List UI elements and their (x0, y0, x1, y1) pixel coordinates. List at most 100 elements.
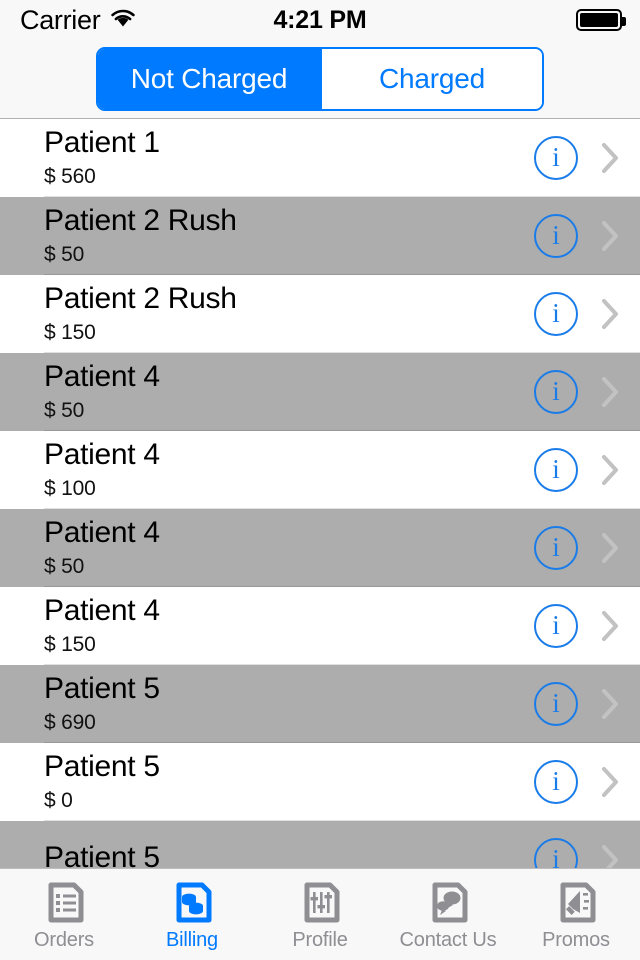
billing-list[interactable]: Patient 1 $ 560 i Patient 2 Rush $ 50 i (0, 119, 640, 868)
chevron-right-icon[interactable] (600, 219, 622, 253)
chevron-right-icon[interactable] (600, 687, 622, 721)
row-accessories: i (534, 370, 622, 414)
row-patient-name: Patient 2 Rush (44, 281, 237, 315)
info-circle-icon[interactable]: i (534, 448, 578, 492)
segment-not-charged[interactable]: Not Charged (98, 49, 320, 109)
row-accessories: i (534, 838, 622, 868)
info-circle-icon[interactable]: i (534, 292, 578, 336)
table-row[interactable]: Patient 1 $ 560 i (0, 119, 640, 197)
segmented-control-container: Not Charged Charged (0, 40, 640, 119)
info-letter: i (552, 220, 560, 250)
info-letter: i (552, 532, 560, 562)
table-row[interactable]: Patient 2 Rush $ 50 i (0, 197, 640, 275)
row-accessories: i (534, 214, 622, 258)
info-circle-icon[interactable]: i (534, 604, 578, 648)
info-circle-icon[interactable]: i (534, 136, 578, 180)
row-patient-name: Patient 4 (44, 359, 160, 393)
chevron-right-icon[interactable] (600, 843, 622, 868)
row-text-group: Patient 4 $ 150 (44, 594, 534, 659)
status-bar: Carrier 4:21 PM (0, 0, 640, 40)
chevron-right-icon[interactable] (600, 609, 622, 643)
row-text-group: Patient 2 Rush $ 50 (44, 204, 534, 269)
battery-cap (622, 17, 626, 26)
info-letter: i (552, 142, 560, 172)
info-letter: i (552, 766, 560, 796)
row-accessories: i (534, 760, 622, 804)
row-patient-name: Patient 1 (44, 125, 160, 159)
tab-label-orders: Orders (34, 928, 94, 951)
table-row[interactable]: Patient 5 $ 0 i (0, 743, 640, 821)
segmented-control[interactable]: Not Charged Charged (96, 47, 544, 111)
tab-profile[interactable]: Profile (256, 869, 384, 960)
table-row[interactable]: Patient 5 $ 690 i (0, 665, 640, 743)
info-circle-icon[interactable]: i (534, 760, 578, 804)
row-text-group: Patient 4 $ 50 (44, 516, 534, 581)
tab-promos[interactable]: Promos (512, 869, 640, 960)
row-patient-name: Patient 4 (44, 593, 160, 627)
segment-charged[interactable]: Charged (320, 49, 542, 109)
tab-billing[interactable]: Billing (128, 869, 256, 960)
row-text-group: Patient 2 Rush $ 150 (44, 282, 534, 347)
table-row[interactable]: Patient 4 $ 50 i (0, 353, 640, 431)
tab-label-billing: Billing (166, 928, 218, 951)
info-circle-icon[interactable]: i (534, 526, 578, 570)
tab-label-contact-us: Contact Us (399, 928, 497, 951)
chevron-right-icon[interactable] (600, 531, 622, 565)
row-text-group: Patient 5 $ 0 (44, 750, 534, 815)
row-accessories: i (534, 682, 622, 726)
info-letter: i (552, 688, 560, 718)
table-row[interactable]: Patient 4 $ 150 i (0, 587, 640, 665)
table-row[interactable]: Patient 5 i (0, 821, 640, 868)
row-patient-name: Patient 5 (44, 671, 160, 705)
chevron-right-icon[interactable] (600, 765, 622, 799)
row-amount: $ 150 (44, 321, 96, 345)
info-circle-icon[interactable]: i (534, 838, 578, 868)
info-letter: i (552, 298, 560, 328)
row-amount: $ 50 (44, 399, 85, 423)
tab-contact-us[interactable]: Contact Us (384, 869, 512, 960)
info-circle-icon[interactable]: i (534, 370, 578, 414)
row-patient-name: Patient 5 (44, 841, 160, 868)
row-amount: $ 0 (44, 789, 73, 813)
row-patient-name: Patient 4 (44, 515, 160, 549)
row-accessories: i (534, 136, 622, 180)
info-letter: i (552, 454, 560, 484)
chevron-right-icon[interactable] (600, 141, 622, 175)
row-amount: $ 100 (44, 477, 96, 501)
status-bar-left: Carrier (20, 4, 136, 35)
info-circle-icon[interactable]: i (534, 682, 578, 726)
row-patient-name: Patient 5 (44, 749, 160, 783)
status-bar-right (576, 9, 626, 31)
chevron-right-icon[interactable] (600, 453, 622, 487)
row-amount: $ 50 (44, 243, 85, 267)
info-letter: i (552, 610, 560, 640)
profile-sliders-icon (297, 880, 343, 926)
row-amount: $ 50 (44, 555, 85, 579)
row-accessories: i (534, 292, 622, 336)
row-amount: $ 150 (44, 633, 96, 657)
chevron-right-icon[interactable] (600, 297, 622, 331)
row-amount: $ 690 (44, 711, 96, 735)
table-row[interactable]: Patient 2 Rush $ 150 i (0, 275, 640, 353)
row-patient-name: Patient 4 (44, 437, 160, 471)
chevron-right-icon[interactable] (600, 375, 622, 409)
info-letter: i (552, 376, 560, 406)
row-text-group: Patient 4 $ 50 (44, 360, 534, 425)
row-text-group: Patient 1 $ 560 (44, 126, 534, 191)
row-amount: $ 560 (44, 165, 96, 189)
app-screen: Carrier 4:21 PM Not Charged Charged Pati… (0, 0, 640, 960)
info-circle-icon[interactable]: i (534, 214, 578, 258)
table-row[interactable]: Patient 4 $ 100 i (0, 431, 640, 509)
row-accessories: i (534, 448, 622, 492)
battery-full-icon (576, 9, 626, 31)
carrier-label: Carrier (20, 4, 101, 35)
row-patient-name: Patient 2 Rush (44, 203, 237, 237)
billing-coins-icon (169, 880, 215, 926)
table-row[interactable]: Patient 4 $ 50 i (0, 509, 640, 587)
tab-label-profile: Profile (292, 928, 348, 951)
row-text-group: Patient 5 $ 690 (44, 672, 534, 737)
row-accessories: i (534, 604, 622, 648)
row-text-group: Patient 4 $ 100 (44, 438, 534, 503)
tab-orders[interactable]: Orders (0, 869, 128, 960)
row-accessories: i (534, 526, 622, 570)
